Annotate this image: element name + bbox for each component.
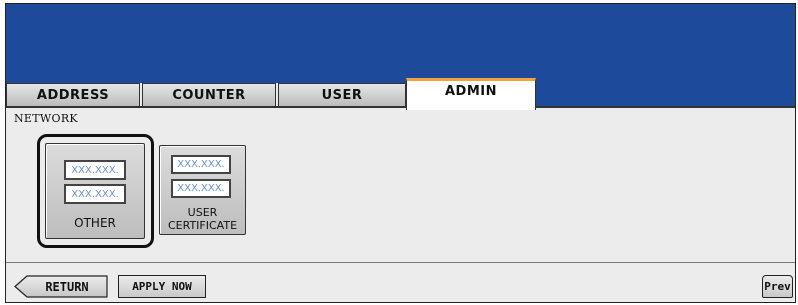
address-field-icon: XXX.XXX. — [64, 160, 126, 180]
user-certificate-label-line2: CERTIFICATE — [167, 219, 238, 232]
user-certificate-button[interactable]: XXX.XXX. XXX.XXX. USER CERTIFICATE — [159, 145, 246, 235]
other-button-label: OTHER — [74, 216, 116, 230]
header-banner — [6, 4, 795, 83]
prev-button[interactable]: Prev — [762, 275, 793, 298]
other-button[interactable]: XXX.XXX. XXX.XXX. OTHER — [45, 143, 145, 239]
tab-bar-fill — [536, 83, 795, 106]
tab-user[interactable]: USER — [278, 83, 406, 106]
return-button-label: RETURN — [45, 279, 89, 294]
apply-now-button[interactable]: APPLY NOW — [118, 275, 206, 298]
address-field-icon: XXX.XXX. — [64, 184, 126, 204]
return-button[interactable]: RETURN — [14, 275, 108, 298]
tab-address[interactable]: ADDRESS — [6, 83, 140, 106]
address-field-icon: XXX.XXX. — [171, 179, 231, 198]
tab-admin[interactable]: ADMIN — [406, 78, 536, 110]
tab-baseline — [6, 106, 795, 108]
footer-separator — [6, 262, 795, 263]
user-certificate-label-line1: USER — [187, 206, 218, 219]
section-title: NETWORK — [14, 112, 78, 125]
address-field-icon: XXX.XXX. — [171, 155, 231, 174]
tab-counter[interactable]: COUNTER — [142, 83, 276, 106]
admin-panel: ADDRESS COUNTER USER ADMIN NETWORK XXX.X… — [5, 3, 796, 303]
